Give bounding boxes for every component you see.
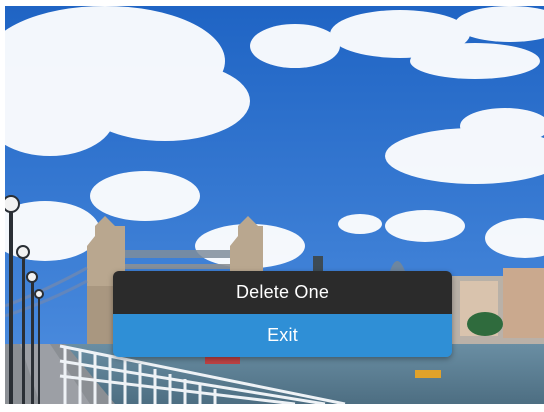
playback-screen: Delete One Exit bbox=[5, 6, 544, 404]
exit-button[interactable]: Exit bbox=[113, 314, 452, 357]
delete-one-button[interactable]: Delete One bbox=[113, 271, 452, 314]
trees bbox=[467, 312, 503, 336]
popup-menu: Delete One Exit bbox=[113, 271, 452, 357]
